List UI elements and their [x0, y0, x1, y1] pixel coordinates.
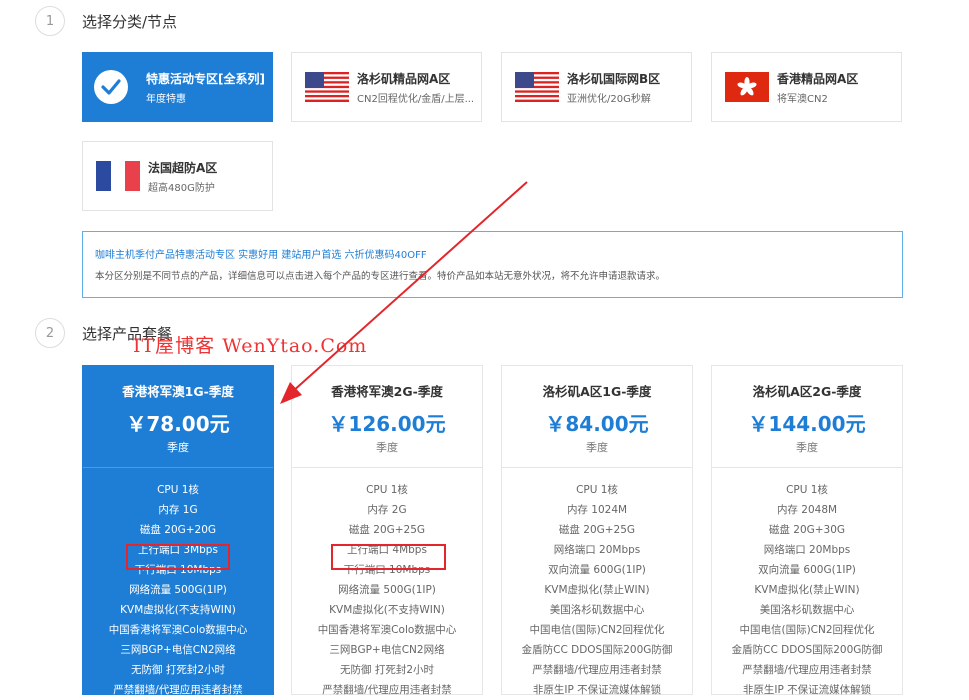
plan-feature: 无防御 打死封2小时 [130, 664, 226, 676]
plan-feature: CPU 1核 [366, 484, 408, 496]
plan-feature: KVM虚拟化(不支持WIN) [329, 604, 445, 616]
plan-name: 洛杉矶A区1G-季度 [542, 384, 652, 399]
plan-name: 香港将军澳2G-季度 [331, 384, 443, 399]
plan-card-hk-1g[interactable]: 香港将军澳1G-季度 ￥78.00元 季度 CPU 1核 内存 1G 磁盘 20… [82, 365, 274, 696]
plan-card-la-1g[interactable]: 洛杉矶A区1G-季度 ￥84.00元 季度 CPU 1核 内存 1024M 磁盘… [501, 365, 693, 696]
plan-feature: 磁盘 20G+25G [348, 524, 426, 536]
plan-feature: 金盾防CC DDOS国际200G防御 [731, 644, 883, 656]
category-hk[interactable]: 香港精品网A区 将军澳CN2 [711, 52, 902, 122]
category-promo[interactable]: 特惠活动专区[全系列] 年度特惠 [82, 52, 273, 122]
plan-feature: 非原生IP 不保证流媒体解锁 [742, 684, 872, 696]
plan-feature: 无防御 打死封2小时 [339, 664, 435, 676]
plan-feature: 三网BGP+电信CN2网络 [120, 644, 236, 656]
plan-feature: 严禁翻墙/代理应用违者封禁 [532, 664, 662, 676]
plan-feature: 磁盘 20G+20G [139, 524, 217, 536]
us-flag-icon [515, 72, 559, 102]
plan-feature: CPU 1核 [157, 484, 199, 496]
plan-feature: 双向流量 600G(1IP) [548, 564, 646, 576]
plan-feature: 内存 2G [367, 504, 407, 516]
category-la-a[interactable]: 洛杉矶精品网A区 CN2回程优化/金盾/上层... [291, 52, 482, 122]
check-icon [94, 70, 128, 104]
plan-feature: 内存 1024M [566, 504, 628, 516]
plan-feature: 网络端口 20Mbps [553, 544, 641, 556]
hk-flag-icon [725, 72, 769, 102]
plan-feature: 网络流量 500G(1IP) [129, 584, 227, 596]
plan-price: ￥78.00元 [126, 412, 230, 436]
plan-feature: 磁盘 20G+30G [768, 524, 846, 536]
highlight-box [126, 544, 230, 570]
category-la-b[interactable]: 洛杉矶国际网B区 亚洲优化/20G秒解 [501, 52, 692, 122]
plan-feature: 中国电信(国际)CN2回程优化 [529, 624, 665, 636]
plan-period: 季度 [167, 441, 189, 454]
highlight-box [331, 544, 446, 570]
plan-period: 季度 [586, 441, 608, 454]
plan-card-la-2g[interactable]: 洛杉矶A区2G-季度 ￥144.00元 季度 CPU 1核 内存 2048M 磁… [711, 365, 903, 696]
plan-feature: CPU 1核 [786, 484, 828, 496]
category-name: 法国超防A区 [148, 160, 218, 175]
category-name: 洛杉矶精品网A区 [357, 71, 451, 86]
plan-feature: 内存 1G [158, 504, 198, 516]
category-desc: 超高480G防护 [148, 182, 215, 194]
plan-price: ￥84.00元 [545, 412, 649, 436]
plan-feature: 严禁翻墙/代理应用违者封禁 [113, 684, 243, 696]
plan-price: ￥126.00元 [328, 412, 446, 436]
category-name: 洛杉矶国际网B区 [567, 71, 661, 86]
category-france[interactable]: 法国超防A区 超高480G防护 [82, 141, 273, 211]
plan-feature: KVM虚拟化(禁止WIN) [754, 584, 860, 596]
category-name: 特惠活动专区[全系列] [146, 71, 265, 86]
plan-name: 香港将军澳1G-季度 [122, 384, 234, 399]
plan-period: 季度 [796, 441, 818, 454]
fr-flag-icon [96, 161, 140, 191]
plan-features: CPU 1核 内存 2G 磁盘 20G+25G 上行端口 4Mbps 下行端口 … [292, 468, 482, 700]
plan-feature: 网络流量 500G(1IP) [338, 584, 436, 596]
notice-promo-line: 咖啡主机季付产品特惠活动专区 实惠好用 建站用户首选 六折优惠码40OFF [95, 250, 427, 261]
plan-name: 洛杉矶A区2G-季度 [752, 384, 862, 399]
plan-feature: 美国洛杉矶数据中心 [759, 604, 855, 616]
us-flag-icon [305, 72, 349, 102]
category-desc: 亚洲优化/20G秒解 [567, 93, 651, 105]
plan-feature: 磁盘 20G+25G [558, 524, 636, 536]
plan-feature: 双向流量 600G(1IP) [758, 564, 856, 576]
plan-feature: 网络端口 20Mbps [763, 544, 851, 556]
notice-info-line: 本分区分别是不同节点的产品，详细信息可以点击进入每个产品的专区进行查看。特价产品… [95, 271, 666, 282]
plan-feature: 三网BGP+电信CN2网络 [329, 644, 445, 656]
category-desc: 年度特惠 [146, 93, 186, 105]
category-desc: CN2回程优化/金盾/上层... [357, 93, 475, 105]
plan-feature: 美国洛杉矶数据中心 [549, 604, 645, 616]
plan-feature: 中国香港将军澳Colo数据中心 [317, 624, 457, 636]
category-desc: 将军澳CN2 [777, 93, 828, 105]
step-2-number: 2 [35, 318, 65, 348]
plan-feature: KVM虚拟化(禁止WIN) [544, 584, 650, 596]
step-1-title: 选择分类/节点 [82, 13, 178, 31]
plan-feature: 严禁翻墙/代理应用违者封禁 [322, 684, 452, 696]
plan-feature: 严禁翻墙/代理应用违者封禁 [742, 664, 872, 676]
plan-feature: 中国电信(国际)CN2回程优化 [739, 624, 875, 636]
plan-period: 季度 [376, 441, 398, 454]
plan-features: CPU 1核 内存 2048M 磁盘 20G+30G 网络端口 20Mbps 双… [712, 468, 902, 700]
plan-feature: 非原生IP 不保证流媒体解锁 [532, 684, 662, 696]
plan-feature: 内存 2048M [776, 504, 838, 516]
plan-feature: 金盾防CC DDOS国际200G防御 [521, 644, 673, 656]
notice-box: 咖啡主机季付产品特惠活动专区 实惠好用 建站用户首选 六折优惠码40OFF 本分… [82, 231, 903, 298]
category-name: 香港精品网A区 [777, 71, 859, 86]
plan-feature: 中国香港将军澳Colo数据中心 [108, 624, 248, 636]
watermark-text: IT屋博客 WenYtao.Com [133, 335, 368, 357]
plan-feature: CPU 1核 [576, 484, 618, 496]
plan-feature: KVM虚拟化(不支持WIN) [120, 604, 236, 616]
plan-features: CPU 1核 内存 1024M 磁盘 20G+25G 网络端口 20Mbps 双… [502, 468, 692, 700]
step-1-number: 1 [35, 6, 65, 36]
plan-price: ￥144.00元 [748, 412, 866, 436]
plan-card-hk-2g[interactable]: 香港将军澳2G-季度 ￥126.00元 季度 CPU 1核 内存 2G 磁盘 2… [291, 365, 483, 696]
plan-features: CPU 1核 内存 1G 磁盘 20G+20G 上行端口 3Mbps 下行端口 … [83, 468, 273, 700]
